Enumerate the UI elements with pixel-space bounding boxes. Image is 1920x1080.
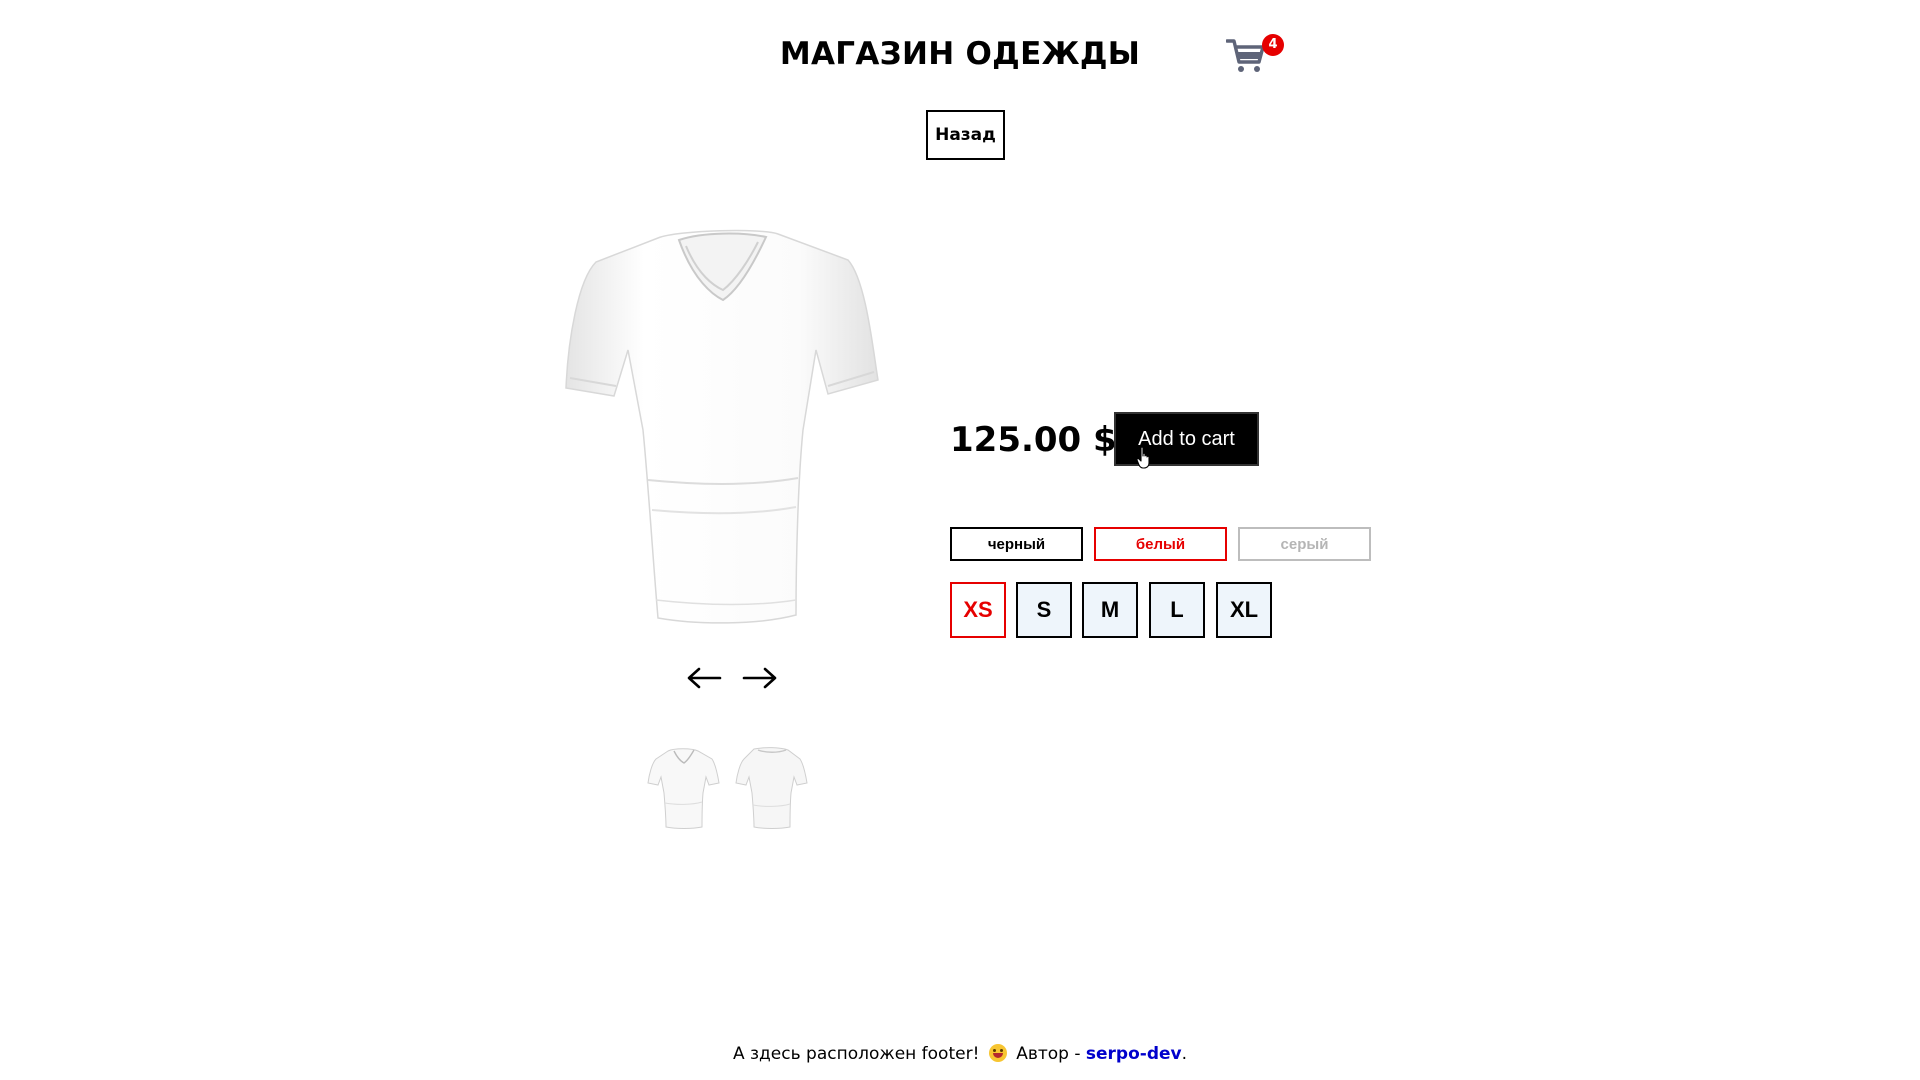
footer-author-label: Автор - [1016, 1044, 1081, 1064]
arrow-right-icon [742, 667, 777, 688]
size-option-m[interactable]: M [1082, 582, 1138, 638]
arrow-left-icon [687, 667, 722, 688]
footer-period: . [1181, 1044, 1188, 1064]
color-option-white[interactable]: белый [1094, 527, 1227, 561]
header: МАГАЗИН ОДЕЖДЫ 4 [0, 0, 1920, 100]
site-title: МАГАЗИН ОДЕЖДЫ [779, 36, 1141, 72]
author-link[interactable]: serpo-dev [1086, 1044, 1182, 1064]
color-option-black[interactable]: черный [950, 527, 1083, 561]
cart-button[interactable]: 4 [1226, 34, 1284, 78]
hand-pointer-icon [1136, 446, 1150, 469]
footer-text: А здесь расположен footer! [732, 1044, 980, 1064]
color-option-gray[interactable]: серый [1238, 527, 1371, 561]
grinning-face-icon [988, 1044, 1007, 1062]
tshirt-thumbnail-back-image [735, 747, 808, 829]
tshirt-front-image [565, 229, 879, 624]
product-price: 125.00 $ [950, 420, 1117, 460]
shopping-cart-icon [1226, 39, 1265, 72]
next-image-button[interactable] [740, 664, 780, 694]
thumbnail-back[interactable] [734, 745, 810, 831]
size-option-l[interactable]: L [1149, 582, 1205, 638]
thumbnail-front[interactable] [646, 745, 722, 831]
tshirt-thumbnail-front-image [647, 748, 720, 829]
size-option-xs[interactable]: XS [950, 582, 1006, 638]
previous-image-button[interactable] [684, 664, 724, 694]
size-option-xl[interactable]: XL [1216, 582, 1272, 638]
product-main-image [548, 220, 908, 640]
footer: А здесь расположен footer! Автор - serpo… [0, 1044, 1920, 1064]
cart-count-badge: 4 [1262, 34, 1284, 56]
back-button[interactable]: Назад [926, 110, 1005, 160]
size-option-s[interactable]: S [1016, 582, 1072, 638]
